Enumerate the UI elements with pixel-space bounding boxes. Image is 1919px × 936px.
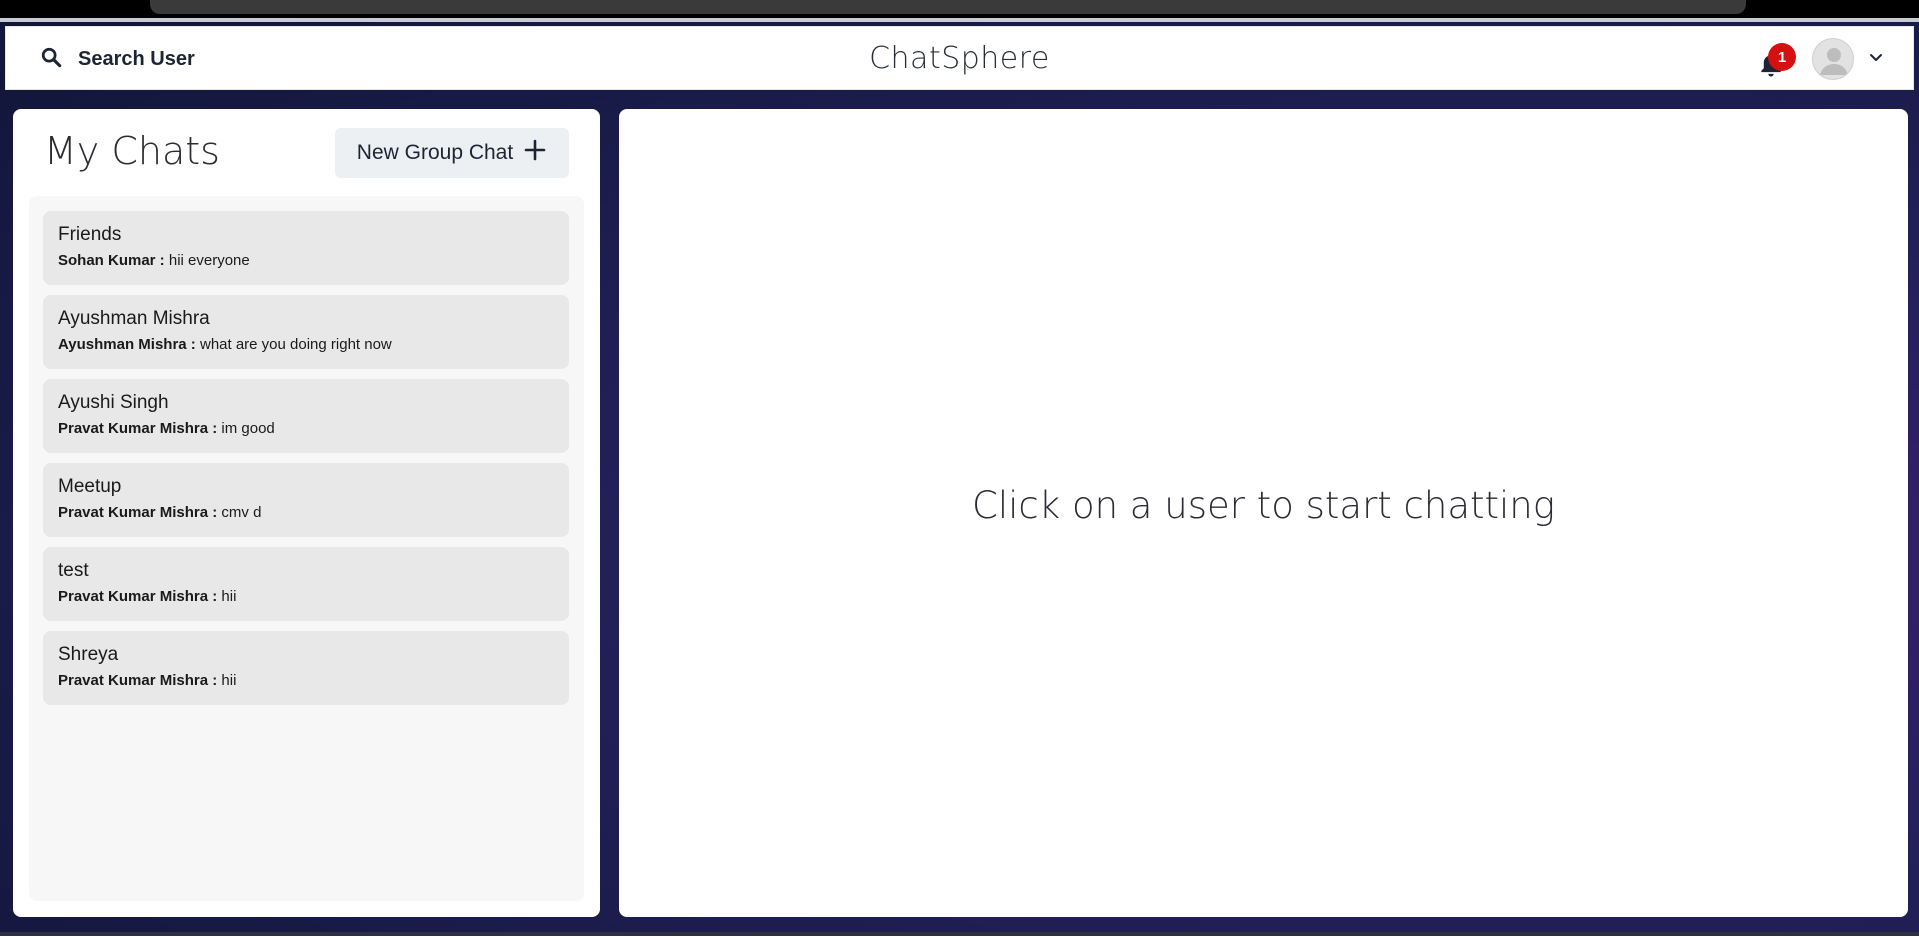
chat-sender: Pravat Kumar Mishra : xyxy=(58,504,218,521)
my-chats-title: My Chats xyxy=(44,129,220,173)
chat-name: Friends xyxy=(58,224,122,245)
chat-sender: Pravat Kumar Mishra : xyxy=(58,672,218,689)
chevron-down-icon xyxy=(1868,49,1884,70)
avatar xyxy=(1812,38,1854,80)
chat-item-ayushi-singh[interactable]: Ayushi Singh Pravat Kumar Mishra : im go… xyxy=(43,379,569,453)
chat-sender: Pravat Kumar Mishra : xyxy=(58,420,218,437)
chat-last-message: Ayushman Mishra : what are you doing rig… xyxy=(58,336,554,353)
chat-message-text: what are you doing right now xyxy=(199,336,392,353)
chat-item-shreya[interactable]: Shreya Pravat Kumar Mishra : hii xyxy=(43,631,569,705)
chat-sender: Pravat Kumar Mishra : xyxy=(58,588,218,605)
notifications-button[interactable]: 1 xyxy=(1754,43,1796,81)
chat-last-message: Pravat Kumar Mishra : hii xyxy=(58,588,554,605)
app-title: ChatSphere xyxy=(869,41,1050,76)
chat-name: Ayushi Singh xyxy=(58,392,169,413)
user-avatar-icon xyxy=(1820,48,1848,75)
chat-last-message: Pravat Kumar Mishra : cmv d xyxy=(58,504,554,521)
browser-divider xyxy=(0,18,1919,22)
new-group-chat-button[interactable]: New Group Chat xyxy=(335,128,569,178)
chat-item-ayushman-mishra[interactable]: Ayushman Mishra Ayushman Mishra : what a… xyxy=(43,295,569,369)
chat-last-message: Sohan Kumar : hii everyone xyxy=(58,252,554,269)
chat-message-text: cmv d xyxy=(221,504,262,521)
new-group-chat-label: New Group Chat xyxy=(356,141,514,164)
chat-sender: Ayushman Mishra : xyxy=(58,336,196,353)
top-bar: Search User ChatSphere 1 xyxy=(5,26,1914,90)
chat-last-message: Pravat Kumar Mishra : hii xyxy=(58,672,554,689)
chat-last-message: Pravat Kumar Mishra : im good xyxy=(58,420,554,437)
chat-message-text: hii xyxy=(221,588,237,605)
chat-message-text: hii xyxy=(221,672,237,689)
chat-list: Friends Sohan Kumar : hii everyone Ayush… xyxy=(29,196,584,901)
app-background: Search User ChatSphere 1 My Chats New Gr… xyxy=(0,0,1919,936)
chat-item-friends[interactable]: Friends Sohan Kumar : hii everyone xyxy=(43,211,569,285)
chat-item-meetup[interactable]: Meetup Pravat Kumar Mishra : cmv d xyxy=(43,463,569,537)
chat-name: test xyxy=(58,560,89,581)
chat-message-text: im good xyxy=(221,420,275,437)
chat-item-test[interactable]: test Pravat Kumar Mishra : hii xyxy=(43,547,569,621)
browser-address-bar[interactable] xyxy=(150,0,1746,14)
taskbar-edge xyxy=(0,932,1919,936)
chat-message-text: hii everyone xyxy=(168,252,250,269)
plus-icon xyxy=(523,138,547,168)
notification-badge: 1 xyxy=(1768,43,1796,71)
my-chats-panel: My Chats New Group Chat Friends Sohan Ku… xyxy=(13,109,600,917)
empty-chat-message: Click on a user to start chatting xyxy=(972,484,1555,527)
profile-menu-button[interactable] xyxy=(1812,37,1892,81)
chat-sender: Sohan Kumar : xyxy=(58,252,165,269)
chat-window: Click on a user to start chatting xyxy=(619,109,1908,917)
chat-name: Shreya xyxy=(58,644,119,665)
chat-name: Meetup xyxy=(58,476,122,497)
chat-name: Ayushman Mishra xyxy=(58,308,210,329)
browser-toolbar xyxy=(0,0,1919,20)
